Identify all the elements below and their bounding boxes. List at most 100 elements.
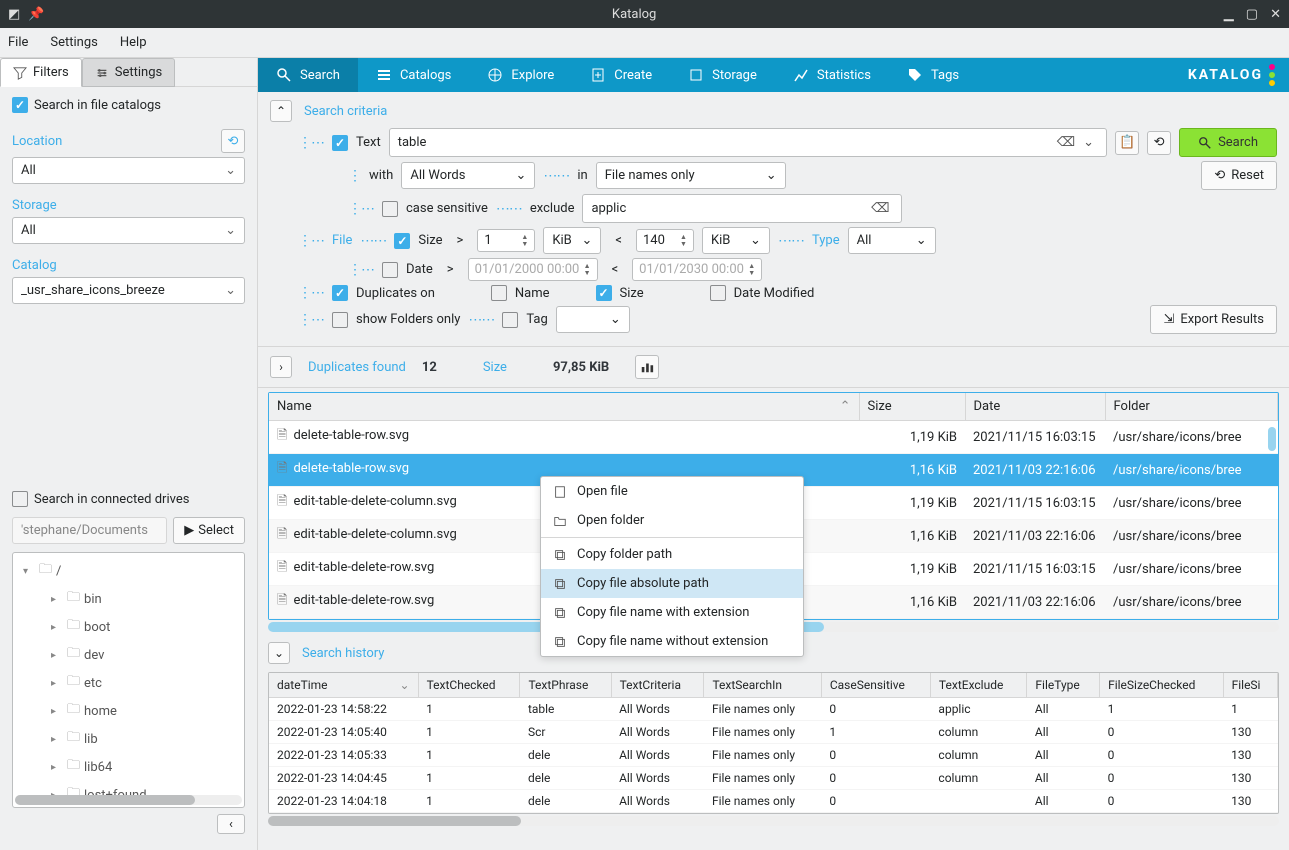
tab-settings[interactable]: Settings [82, 58, 175, 87]
chart-button[interactable] [635, 355, 659, 379]
nav-tabs: Search Catalogs Explore Create Storage S… [258, 58, 1289, 92]
ctx-open-folder[interactable]: Open folder [541, 506, 803, 535]
dropdown-text-icon[interactable]: ⌄ [1079, 135, 1098, 150]
tag-select[interactable]: ⌄ [556, 306, 630, 333]
collapse-left-button[interactable]: ‹ [217, 814, 245, 834]
ctx-open-file[interactable]: Open file [541, 477, 803, 506]
catalog-select[interactable]: _usr_share_icons_breeze⌄ [12, 277, 245, 304]
tree-hscroll[interactable] [15, 795, 242, 805]
col-name[interactable]: Name⌃ [269, 393, 859, 421]
checkbox-search-catalogs[interactable] [12, 97, 28, 113]
checkbox-search-drives[interactable] [12, 491, 28, 507]
checkbox-date[interactable] [382, 262, 398, 278]
location-reset-icon[interactable]: ⟲ [221, 129, 245, 153]
hist-row[interactable]: 2022-01-23 14:05:331deleAll WordsFile na… [269, 744, 1278, 767]
in-select[interactable]: File names only⌄ [596, 162, 786, 189]
hist-col[interactable]: dateTime⌄ [269, 673, 418, 698]
tab-create[interactable]: Create [572, 58, 670, 92]
ctx-copy-name-ext[interactable]: Copy file name with extension [541, 598, 803, 627]
size-min-input[interactable]: 1▲▼ [477, 229, 535, 252]
hist-col[interactable]: FileSizeChecked [1100, 673, 1224, 698]
select-path-button[interactable]: ▶Select [173, 517, 245, 544]
label-search-catalogs: Search in file catalogs [34, 98, 161, 113]
checkbox-size[interactable] [394, 233, 410, 249]
hist-col[interactable]: TextPhrase [520, 673, 611, 698]
tab-filters[interactable]: Filters [0, 58, 82, 87]
tab-tags[interactable]: Tags [889, 58, 977, 92]
hist-col[interactable]: CaseSensitive [821, 673, 930, 698]
search-button[interactable]: Search [1179, 128, 1277, 157]
tab-catalogs[interactable]: Catalogs [358, 58, 469, 92]
checkbox-case[interactable] [382, 201, 398, 217]
window-title: Katalog [44, 7, 1223, 22]
paste-icon[interactable]: 📋 [1115, 131, 1139, 155]
tab-search[interactable]: Search [258, 58, 358, 92]
checkbox-duplicates[interactable] [332, 285, 348, 301]
criteria-title: Search criteria [304, 104, 387, 119]
checkbox-dup-name[interactable] [491, 285, 507, 301]
col-size[interactable]: Size [859, 393, 965, 421]
col-folder[interactable]: Folder [1105, 393, 1278, 421]
size-max-unit[interactable]: KiB⌄ [702, 227, 770, 254]
hist-col[interactable]: FileType [1027, 673, 1100, 698]
menu-settings[interactable]: Settings [50, 35, 97, 50]
tab-storage[interactable]: Storage [670, 58, 775, 92]
menu-help[interactable]: Help [120, 35, 147, 50]
menubar: File Settings Help [0, 28, 1289, 58]
history-collapse-button[interactable]: ⌄ [268, 642, 290, 664]
hist-col[interactable]: FileSi [1223, 673, 1277, 698]
col-date[interactable]: Date [965, 393, 1105, 421]
hist-row[interactable]: 2022-01-23 14:04:451deleAll WordsFile na… [269, 767, 1278, 790]
pin-icon[interactable]: 📌 [28, 7, 44, 22]
hist-col[interactable]: TextSearchIn [704, 673, 821, 698]
storage-select[interactable]: All⌄ [12, 217, 245, 244]
export-button[interactable]: ⇲Export Results [1150, 305, 1277, 334]
reset-button[interactable]: ⟲Reset [1201, 161, 1277, 190]
checkbox-dup-modified[interactable] [710, 285, 726, 301]
location-select[interactable]: All⌄ [12, 157, 245, 184]
exclude-input[interactable]: applic ⌫ [582, 194, 902, 223]
checkbox-folders-only[interactable] [332, 312, 348, 328]
minimize-icon[interactable]: ▁ [1224, 7, 1234, 22]
label-search-drives: Search in connected drives [34, 492, 189, 507]
checkbox-tag[interactable] [502, 312, 518, 328]
clear-text-icon[interactable]: ⌫ [1053, 135, 1079, 150]
storage-label: Storage [12, 198, 57, 213]
table-row[interactable]: 🗎delete-table-row.svg1,19 KiB2021/11/15 … [269, 421, 1278, 454]
menu-file[interactable]: File [8, 35, 28, 50]
search-text-input[interactable]: table ⌫ ⌄ [389, 128, 1107, 157]
criteria-collapse-button[interactable]: ⌃ [270, 100, 292, 122]
hist-col[interactable]: TextExclude [930, 673, 1026, 698]
history-title: Search history [302, 646, 384, 661]
results-vscroll[interactable] [1268, 427, 1276, 451]
ctx-copy-name-noext[interactable]: Copy file name without extension [541, 627, 803, 656]
folder-tree[interactable]: ▾🗀/ ▸🗀bin ▸🗀boot ▸🗀dev ▸🗀etc ▸🗀home ▸🗀li… [12, 552, 245, 808]
results-collapse-button[interactable]: › [270, 356, 292, 378]
catalog-label: Catalog [12, 258, 57, 273]
with-select[interactable]: All Words⌄ [401, 162, 535, 189]
hist-row[interactable]: 2022-01-23 14:05:401ScrAll WordsFile nam… [269, 721, 1278, 744]
maximize-icon[interactable]: ▢ [1246, 7, 1258, 22]
hist-col[interactable]: TextCriteria [611, 673, 704, 698]
app-icon: ◩ [8, 7, 20, 22]
history-hscroll[interactable] [268, 816, 1279, 826]
hist-row[interactable]: 2022-01-23 14:04:181deleAll WordsFile na… [269, 790, 1278, 813]
date-max-input[interactable]: 01/01/2030 00:00▲▼ [632, 258, 762, 281]
type-select[interactable]: All⌄ [848, 227, 936, 254]
date-min-input[interactable]: 01/01/2000 00:00▲▼ [468, 258, 598, 281]
close-icon[interactable]: ✕ [1270, 7, 1281, 22]
path-input[interactable]: 'stephane/Documents [12, 517, 167, 544]
checkbox-dup-size[interactable] [596, 285, 612, 301]
hist-col[interactable]: TextChecked [418, 673, 520, 698]
tab-explore[interactable]: Explore [469, 58, 572, 92]
checkbox-text[interactable] [332, 135, 348, 151]
ctx-copy-folder-path[interactable]: Copy folder path [541, 540, 803, 569]
tab-statistics[interactable]: Statistics [775, 58, 889, 92]
size-min-unit[interactable]: KiB⌄ [543, 227, 601, 254]
history-icon[interactable]: ⟲ [1147, 131, 1171, 155]
left-panel: Filters Settings Search in file catalogs… [0, 58, 258, 850]
hist-row[interactable]: 2022-01-23 14:58:221tableAll WordsFile n… [269, 698, 1278, 721]
clear-exclude-icon[interactable]: ⌫ [867, 201, 893, 216]
size-max-input[interactable]: 140▲▼ [636, 229, 694, 252]
ctx-copy-absolute-path[interactable]: Copy file absolute path [541, 569, 803, 598]
